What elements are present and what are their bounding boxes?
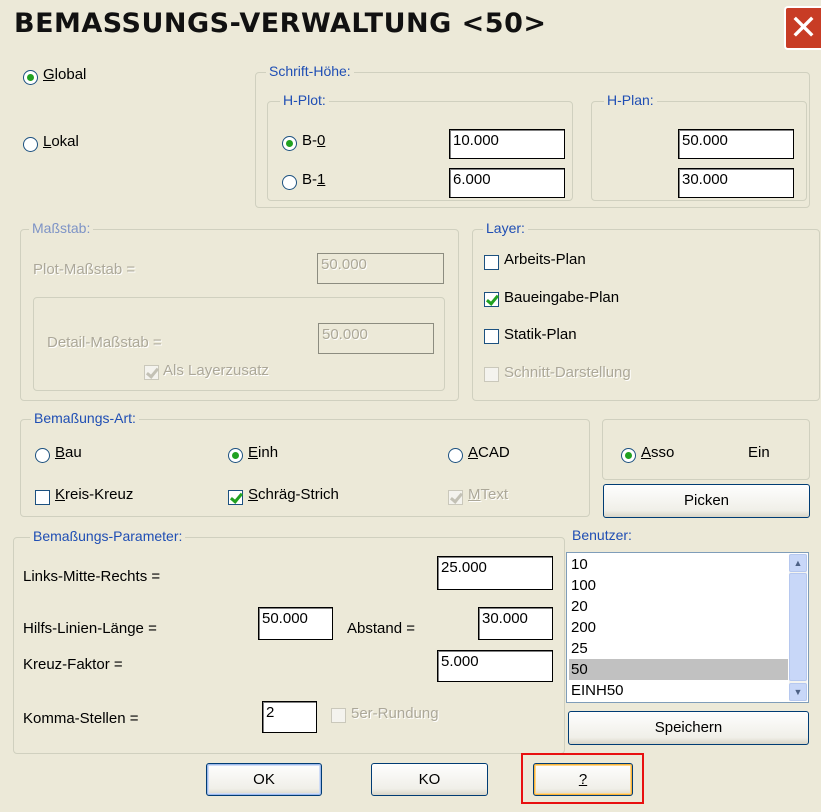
window-title: BEMASSUNGS-VERWALTUNG <50> — [14, 8, 547, 39]
global-radio[interactable] — [23, 70, 38, 85]
abstand-label: Abstand = — [347, 620, 415, 637]
einh-label[interactable]: Einh — [248, 444, 278, 461]
list-item[interactable]: EINH50 — [569, 680, 788, 701]
detail-massstab-label: Detail-Maßstab = — [47, 334, 162, 351]
einh-radio[interactable] — [228, 448, 243, 463]
parameter-legend: Bemaßungs-Parameter: — [30, 528, 186, 544]
b1-label[interactable]: B-1 — [302, 171, 325, 188]
lokal-radio[interactable] — [23, 137, 38, 152]
kreuz-faktor-label: Kreuz-Faktor = — [23, 656, 123, 673]
h-plot-legend: H-Plot: — [280, 92, 329, 108]
mtext-checkbox — [448, 490, 463, 505]
lmr-label: Links-Mitte-Rechts = — [23, 568, 161, 585]
list-item[interactable]: 100 — [569, 575, 788, 596]
scroll-thumb[interactable] — [789, 573, 807, 681]
title-bar[interactable]: BEMASSUNGS-VERWALTUNG <50> ✕ — [0, 0, 821, 56]
komma-stellen-label: Komma-Stellen = — [23, 710, 139, 727]
detail-massstab-input: 50.000 — [318, 323, 434, 354]
list-scrollbar[interactable]: ▲ ▼ — [789, 554, 807, 701]
baueingabe-plan-label[interactable]: Baueingabe-Plan — [504, 289, 619, 306]
statik-plan-label[interactable]: Statik-Plan — [504, 326, 577, 343]
picken-button[interactable]: Picken — [603, 484, 810, 518]
lmr-input[interactable]: 25.000 — [437, 556, 553, 590]
lokal-label[interactable]: Lokal — [43, 133, 79, 150]
arbeits-plan-checkbox[interactable] — [484, 255, 499, 270]
kreuz-faktor-input[interactable]: 5.000 — [437, 650, 553, 682]
layer-legend: Layer: — [483, 220, 528, 236]
list-item[interactable]: 25 — [569, 638, 788, 659]
abstand-input[interactable]: 30.000 — [478, 607, 553, 640]
kreis-kreuz-checkbox[interactable] — [35, 490, 50, 505]
bemassungs-art-legend: Bemaßungs-Art: — [31, 410, 139, 426]
asso-label[interactable]: Asso — [641, 444, 674, 461]
close-button[interactable]: ✕ — [784, 6, 821, 50]
global-label[interactable]: Global — [43, 66, 86, 83]
b0-radio[interactable] — [282, 136, 297, 151]
komma-stellen-input[interactable]: 2 — [262, 701, 317, 733]
massstab-legend: Maßstab: — [29, 220, 94, 236]
rundung-label: 5er-Rundung — [351, 705, 439, 722]
kreis-kreuz-label[interactable]: Kreis-Kreuz — [55, 486, 133, 503]
list-item[interactable]: 10 — [569, 554, 788, 575]
h-plan-legend: H-Plan: — [604, 92, 657, 108]
bau-label[interactable]: Bau — [55, 444, 82, 461]
arbeits-plan-label[interactable]: Arbeits-Plan — [504, 251, 586, 268]
asso-status: Ein — [748, 444, 770, 461]
h-plan-b0-input[interactable]: 50.000 — [678, 129, 794, 159]
hilfs-linien-laenge-label: Hilfs-Linien-Länge = — [23, 620, 157, 637]
mtext-label: MText — [468, 486, 509, 503]
h-plan-b1-input[interactable]: 30.000 — [678, 168, 794, 198]
hilfs-linien-laenge-input[interactable]: 50.000 — [258, 607, 333, 640]
acad-label[interactable]: ACAD — [468, 444, 510, 461]
schraeg-strich-label[interactable]: Schräg-Strich — [248, 486, 339, 503]
list-item-selected[interactable]: 50 — [569, 659, 788, 680]
close-icon: ✕ — [789, 8, 818, 48]
scroll-up-icon[interactable]: ▲ — [789, 554, 807, 572]
h-plot-b0-input[interactable]: 10.000 — [449, 129, 565, 159]
bau-radio[interactable] — [35, 448, 50, 463]
list-item[interactable]: 200 — [569, 617, 788, 638]
scroll-down-icon[interactable]: ▼ — [789, 683, 807, 701]
dialog-window: BEMASSUNGS-VERWALTUNG <50> ✕ Global Loka… — [0, 0, 821, 812]
acad-radio[interactable] — [448, 448, 463, 463]
schnitt-darstellung-checkbox — [484, 367, 499, 382]
list-item[interactable]: 20 — [569, 596, 788, 617]
h-plot-b1-input[interactable]: 6.000 — [449, 168, 565, 198]
speichern-button[interactable]: Speichern — [568, 711, 809, 745]
statik-plan-checkbox[interactable] — [484, 329, 499, 344]
layerzusatz-label: Als Layerzusatz — [163, 362, 269, 379]
highlight-box — [521, 753, 644, 804]
benutzer-legend: Benutzer: — [569, 527, 635, 543]
layerzusatz-checkbox — [144, 365, 159, 380]
b1-radio[interactable] — [282, 175, 297, 190]
schrift-hoehe-legend: Schrift-Höhe: — [266, 63, 354, 79]
schnitt-darstellung-label: Schnitt-Darstellung — [504, 364, 631, 381]
plot-massstab-input: 50.000 — [317, 253, 444, 284]
rundung-checkbox — [331, 708, 346, 723]
schraeg-strich-checkbox[interactable] — [228, 490, 243, 505]
plot-massstab-label: Plot-Maßstab = — [33, 261, 136, 278]
ko-button[interactable]: KO — [371, 763, 488, 796]
baueingabe-plan-checkbox[interactable] — [484, 292, 499, 307]
benutzer-list[interactable]: 10 100 20 200 25 50 EINH50 ▲ ▼ — [566, 552, 809, 703]
asso-radio[interactable] — [621, 448, 636, 463]
ok-button[interactable]: OK — [206, 763, 322, 796]
b0-label[interactable]: B-0 — [302, 132, 325, 149]
